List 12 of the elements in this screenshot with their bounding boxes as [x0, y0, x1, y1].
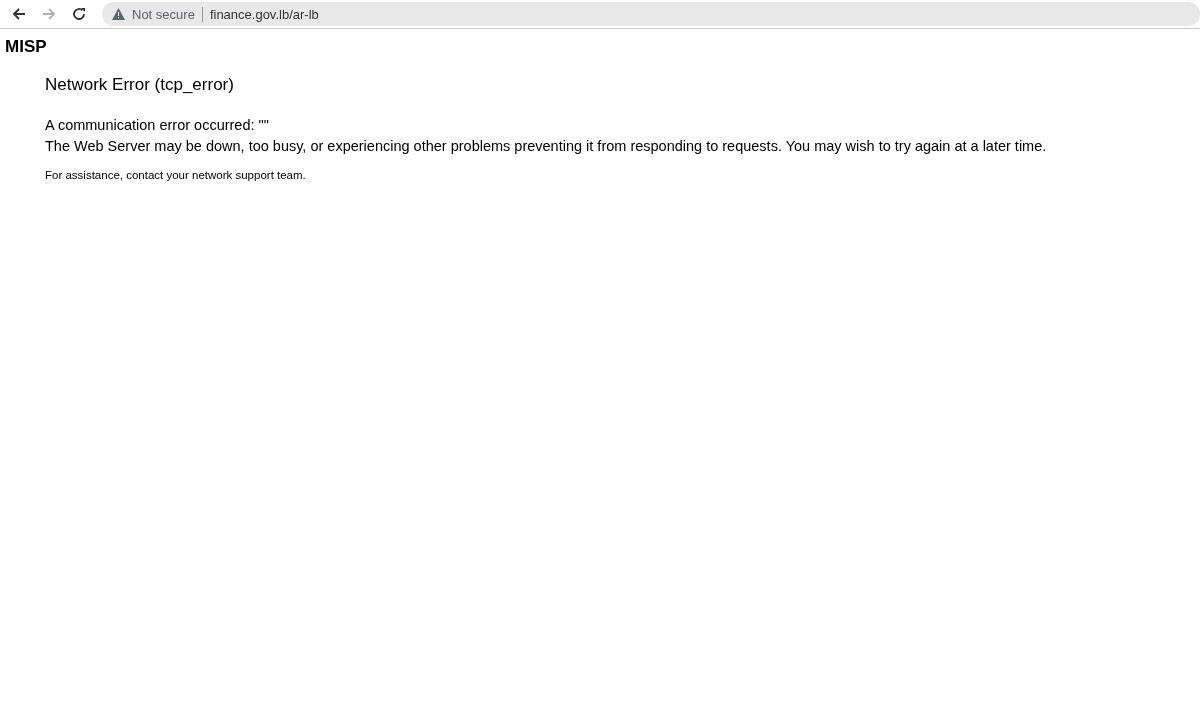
- error-message: A communication error occurred: "": [45, 116, 269, 135]
- assistance-note: For assistance, contact your network support team.: [45, 169, 306, 181]
- forward-arrow-icon: [42, 7, 56, 21]
- reload-icon: [72, 7, 86, 21]
- site-title: MISP: [4, 36, 48, 57]
- back-arrow-icon: [12, 7, 26, 21]
- address-bar[interactable]: Not secure finance.gov.lb/ar-lb: [102, 2, 1200, 26]
- error-title: Network Error (tcp_error): [45, 74, 234, 96]
- url-text: finance.gov.lb/ar-lb: [209, 6, 319, 22]
- security-label: Not secure: [132, 6, 195, 22]
- error-message: The Web Server may be down, too busy, or experiencing other problems preventing it from responding to requests. You may wish to try again at a later time.: [45, 137, 1047, 156]
- warning-icon: [112, 8, 125, 20]
